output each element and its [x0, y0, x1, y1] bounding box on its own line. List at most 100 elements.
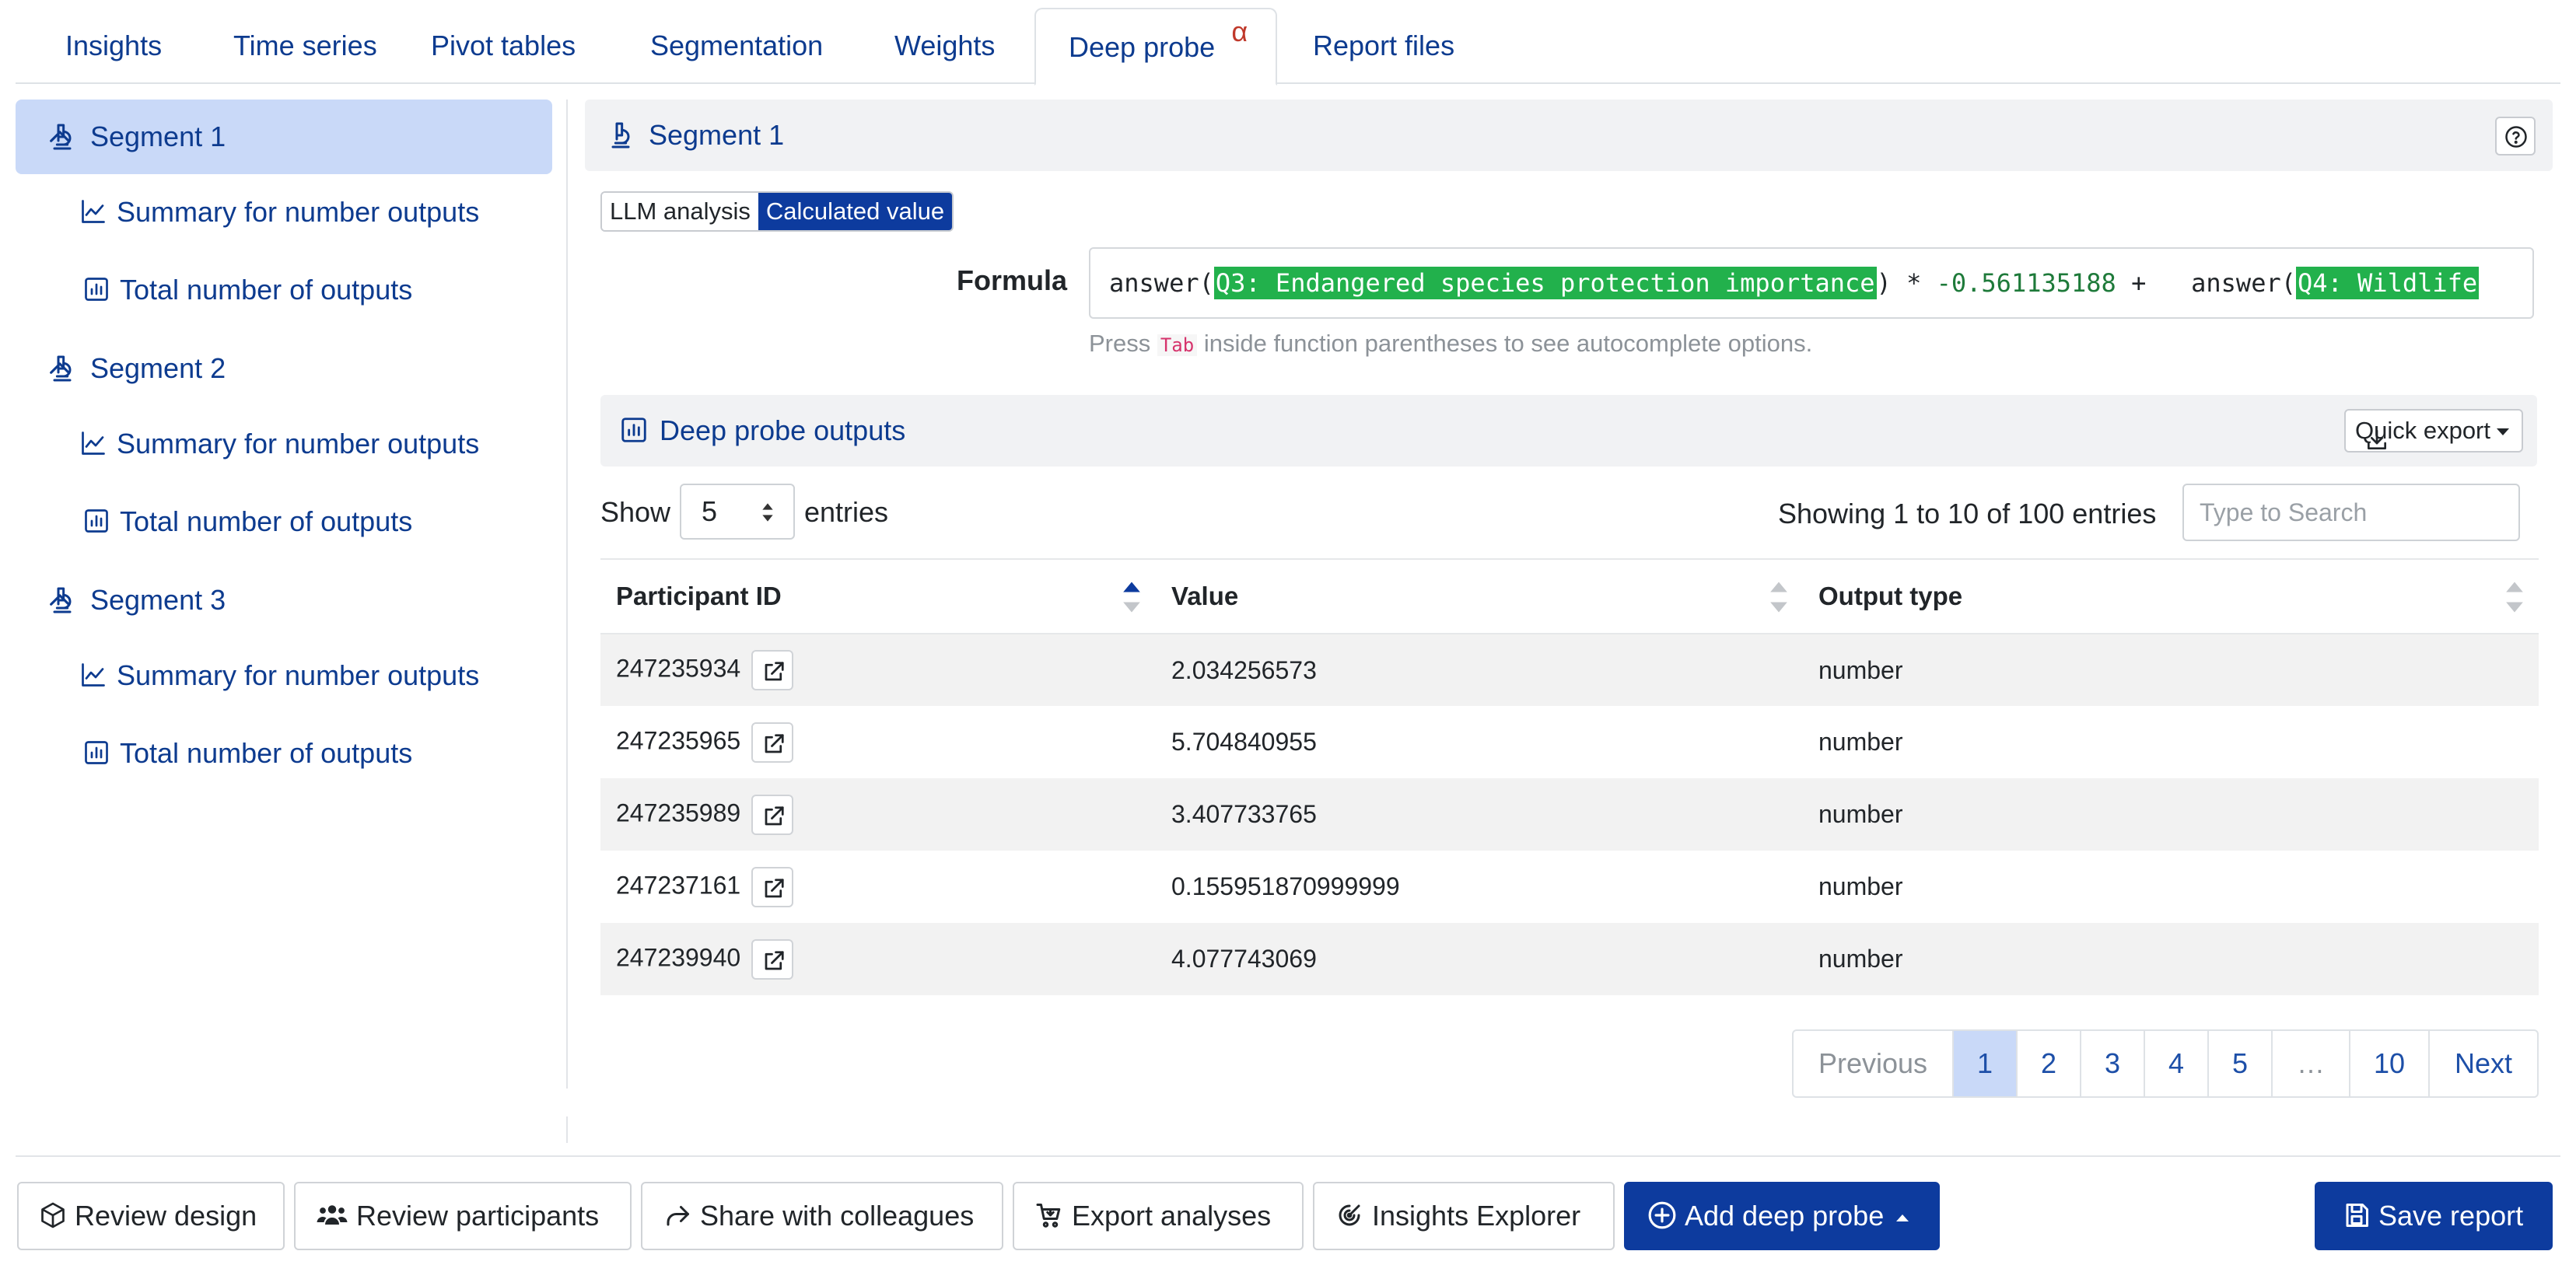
floppy-disk-icon — [2343, 1201, 2371, 1229]
bar-chart-icon — [619, 415, 649, 445]
export-analyses-button[interactable]: Export analyses — [1013, 1182, 1304, 1250]
external-link-icon — [765, 950, 784, 970]
pagination-page-3[interactable]: 3 — [2080, 1031, 2144, 1096]
sidebar-segment-1[interactable]: Segment 1 — [16, 100, 552, 174]
formula-token[interactable]: Q3: Endangered species protection import… — [1213, 267, 1877, 299]
formula-hint: Press Tab inside function parentheses to… — [1089, 330, 1813, 357]
table-row: 247235989 3.407733765 number — [600, 778, 2539, 851]
formula-label: Formula — [957, 264, 1068, 296]
review-design-button[interactable]: Review design — [17, 1182, 285, 1250]
alpha-badge: α — [1231, 16, 1248, 47]
people-icon — [316, 1201, 348, 1229]
sidebar-item-total-outputs[interactable]: Total number of outputs — [82, 263, 412, 317]
chevron-up-icon[interactable] — [47, 124, 523, 151]
bar-chart-icon — [82, 507, 110, 535]
footer-divider — [16, 1155, 2560, 1157]
microscope-icon — [605, 120, 636, 151]
table-row: 247239940 4.077743069 number — [600, 923, 2539, 995]
pagination-previous[interactable]: Previous — [1794, 1031, 1952, 1096]
updown-arrows-icon — [762, 503, 773, 522]
table-search-input[interactable] — [2182, 484, 2520, 541]
pagination-page-4[interactable]: 4 — [2144, 1031, 2207, 1096]
entries-per-page-select[interactable]: 5 — [680, 484, 795, 540]
tab-insights[interactable]: Insights — [33, 8, 194, 84]
tab-segmentation[interactable]: Segmentation — [618, 8, 856, 84]
cube-icon — [39, 1201, 67, 1229]
sort-ascending-icon — [1123, 582, 1140, 613]
tab-report-files[interactable]: Report files — [1280, 8, 1487, 84]
sidebar-segment-3[interactable]: Segment 3 — [16, 563, 552, 638]
open-participant-button[interactable] — [751, 722, 794, 763]
tab-weights[interactable]: Weights — [862, 8, 1027, 84]
table-row: 247235934 2.034256573 number — [600, 634, 2539, 706]
open-participant-button[interactable] — [751, 938, 794, 980]
table-row: 247235965 5.704840955 number — [600, 706, 2539, 778]
column-value[interactable]: Value — [1156, 558, 1803, 634]
segment-header: Segment 1 — [585, 100, 2553, 171]
sidebar-divider[interactable] — [566, 100, 568, 1089]
formula-token[interactable]: Q4: Wildlife — [2295, 267, 2480, 299]
open-participant-button[interactable] — [751, 794, 794, 835]
llm-analysis-option[interactable]: LLM analysis — [602, 193, 758, 230]
sort-icon — [1770, 582, 1787, 613]
bar-chart-icon — [82, 739, 110, 767]
bar-chart-icon — [82, 275, 110, 303]
cart-icon — [1034, 1201, 1064, 1229]
chevron-up-icon[interactable] — [47, 356, 523, 383]
pagination-page-1[interactable]: 1 — [1952, 1031, 2016, 1096]
sidebar-item-total-outputs[interactable]: Total number of outputs — [82, 726, 412, 781]
share-button[interactable]: Share with colleagues — [641, 1182, 1003, 1250]
add-deep-probe-button[interactable]: Add deep probe — [1624, 1182, 1940, 1250]
external-link-icon — [765, 662, 784, 681]
tab-pivot-tables[interactable]: Pivot tables — [398, 8, 608, 84]
sidebar-item-summary-number-outputs[interactable]: Summary for number outputs — [79, 417, 479, 471]
share-icon — [663, 1201, 692, 1229]
line-chart-icon — [79, 661, 107, 689]
insights-explorer-button[interactable]: Insights Explorer — [1313, 1182, 1615, 1250]
tab-time-series[interactable]: Time series — [201, 8, 410, 84]
chevron-up-icon[interactable] — [47, 588, 523, 614]
line-chart-icon — [79, 429, 107, 457]
tab-deep-probe[interactable]: Deep probe α — [1034, 8, 1278, 86]
open-participant-button[interactable] — [751, 866, 794, 907]
deep-probe-table: Participant ID Value Output type 2472359… — [600, 558, 2539, 995]
save-report-button[interactable]: Save report — [2315, 1182, 2553, 1250]
column-output-type[interactable]: Output type — [1803, 558, 2539, 634]
review-participants-button[interactable]: Review participants — [294, 1182, 632, 1250]
report-tabs: Insights Time series Pivot tables Segmen… — [16, 8, 2560, 86]
deep-probe-outputs-header: Deep probe outputs Quick export — [600, 395, 2537, 467]
radar-icon — [1335, 1201, 1364, 1229]
formula-input[interactable]: answer(Q3: Endangered species protection… — [1089, 247, 2534, 319]
segment-title: Segment 1 — [649, 119, 785, 151]
tab-key: Tab — [1157, 334, 1198, 356]
pagination-page-10[interactable]: 10 — [2349, 1031, 2428, 1096]
table-row: 247237161 0.155951870999999 number — [600, 851, 2539, 923]
sidebar-item-total-outputs[interactable]: Total number of outputs — [82, 494, 412, 549]
pagination-page-2[interactable]: 2 — [2016, 1031, 2080, 1096]
segments-sidebar: Segment 1 Summary for number outputs Tot… — [16, 100, 552, 1089]
external-link-icon — [765, 878, 784, 897]
external-link-icon — [765, 805, 784, 825]
external-link-icon — [765, 733, 784, 753]
help-button[interactable] — [2495, 117, 2536, 156]
pagination-page-5[interactable]: 5 — [2207, 1031, 2271, 1096]
plus-circle-icon — [1647, 1200, 1677, 1230]
sidebar-resize-handle[interactable] — [566, 1116, 568, 1143]
column-participant-id[interactable]: Participant ID — [600, 558, 1156, 634]
open-participant-button[interactable] — [751, 650, 794, 690]
quick-export-button[interactable]: Quick export — [2343, 409, 2523, 453]
caret-up-icon — [1896, 1214, 1909, 1221]
sidebar-segment-2[interactable]: Segment 2 — [16, 331, 552, 406]
download-icon — [2364, 428, 2389, 453]
sort-icon — [2506, 582, 2523, 613]
pagination-ellipsis: … — [2271, 1031, 2349, 1096]
sidebar-item-summary-number-outputs[interactable]: Summary for number outputs — [79, 648, 479, 703]
caret-down-icon — [2497, 428, 2509, 436]
calculated-value-option[interactable]: Calculated value — [758, 193, 953, 230]
entries-info: Showing 1 to 10 of 100 entries — [1778, 498, 2157, 529]
analysis-mode-toggle: LLM analysis Calculated value — [600, 191, 954, 232]
pagination: Previous 1 2 3 4 5 … 10 Next — [1792, 1029, 2539, 1098]
sidebar-item-summary-number-outputs[interactable]: Summary for number outputs — [79, 185, 479, 239]
pagination-next[interactable]: Next — [2428, 1031, 2537, 1096]
line-chart-icon — [79, 197, 107, 225]
